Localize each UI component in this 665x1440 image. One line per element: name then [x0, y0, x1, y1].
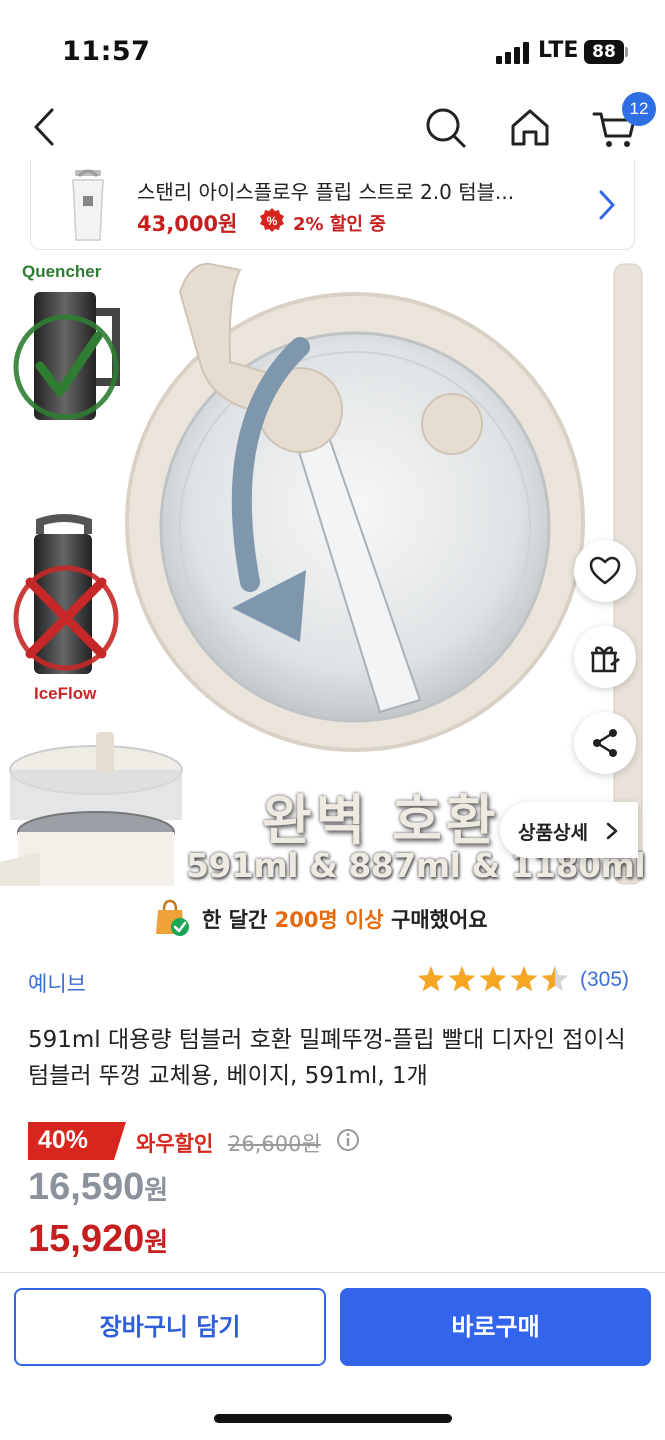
top-nav	[0, 90, 665, 162]
purchase-count: 200명 이상	[274, 908, 384, 932]
rating-star	[479, 966, 507, 992]
discount-badge-icon: %	[260, 208, 284, 232]
heart-icon	[589, 556, 621, 585]
search-icon	[426, 108, 466, 148]
final-price: 15,920원	[28, 1218, 169, 1260]
product-thumbnail	[72, 169, 104, 241]
product-image[interactable]: Quencher IceFlow 완벽 호환 591ml & 887ml & 1…	[0, 252, 665, 886]
quencher-label: Quencher	[22, 262, 102, 281]
network-type: LTE	[538, 38, 579, 63]
home-icon	[511, 109, 549, 146]
chevron-right-icon	[599, 190, 615, 220]
purchase-stat-text: 한 달간 200명 이상 구매했어요	[202, 908, 488, 932]
review-count[interactable]: (305)	[580, 968, 629, 992]
back-button[interactable]	[20, 100, 74, 154]
status-bar: 11:57 LTE 88	[0, 0, 665, 90]
search-button[interactable]	[418, 100, 472, 154]
member-price: 16,590원	[28, 1166, 169, 1208]
original-price: 26,600원	[228, 1132, 321, 1156]
chevron-right-icon	[606, 822, 618, 840]
buy-now-button[interactable]: 바로구매	[340, 1288, 651, 1366]
battery-tip	[625, 47, 628, 57]
rating-star	[510, 966, 538, 992]
bottom-divider	[0, 1272, 665, 1273]
info-icon[interactable]	[336, 1128, 360, 1152]
rating-stars	[417, 966, 569, 992]
rating-star	[448, 966, 476, 992]
home-button[interactable]	[503, 100, 557, 154]
related-product-card[interactable]: 스탠리 아이스플로우 플립 스트로 2.0 텀블... 43,000원 % 2%…	[30, 160, 635, 250]
shopping-bag-icon	[156, 899, 189, 936]
gift-button[interactable]	[574, 626, 636, 688]
share-icon	[593, 729, 617, 757]
related-product-title: 스탠리 아이스플로우 플립 스트로 2.0 텀블...	[137, 180, 515, 204]
rating-star	[417, 966, 445, 992]
svg-text:%: %	[267, 214, 278, 228]
wow-discount-label: 와우할인	[136, 1132, 214, 1156]
product-detail-label: 상품상세	[518, 822, 588, 844]
cart-count-badge: 12	[622, 92, 656, 126]
discount-badge: 40%	[28, 1122, 126, 1160]
related-product-sale: 2% 할인 중	[293, 214, 386, 235]
seller-link[interactable]: 예니브	[28, 968, 86, 998]
iceflow-label: IceFlow	[34, 684, 97, 703]
chevron-left-icon	[34, 108, 54, 146]
status-time: 11:57	[62, 36, 151, 67]
battery-icon: 88	[584, 40, 624, 64]
signal-icon	[496, 40, 532, 64]
discount-percent: 40%	[38, 1126, 89, 1154]
gift-icon	[591, 646, 620, 673]
wishlist-button[interactable]	[574, 540, 636, 602]
product-detail-button[interactable]: 상품상세	[500, 802, 638, 858]
add-to-cart-button[interactable]: 장바구니 담기	[14, 1288, 326, 1366]
home-indicator	[214, 1414, 452, 1423]
product-title: 591ml 대용량 텀블러 호환 밀폐뚜껑-플립 빨대 디자인 접이식 텀블러 …	[28, 1027, 626, 1089]
hero-headline: 완벽 호환	[262, 789, 500, 852]
related-product-price: 43,000원	[137, 212, 238, 236]
purchase-stat: 한 달간 200명 이상 구매했어요	[0, 890, 665, 946]
share-button[interactable]	[574, 712, 636, 774]
